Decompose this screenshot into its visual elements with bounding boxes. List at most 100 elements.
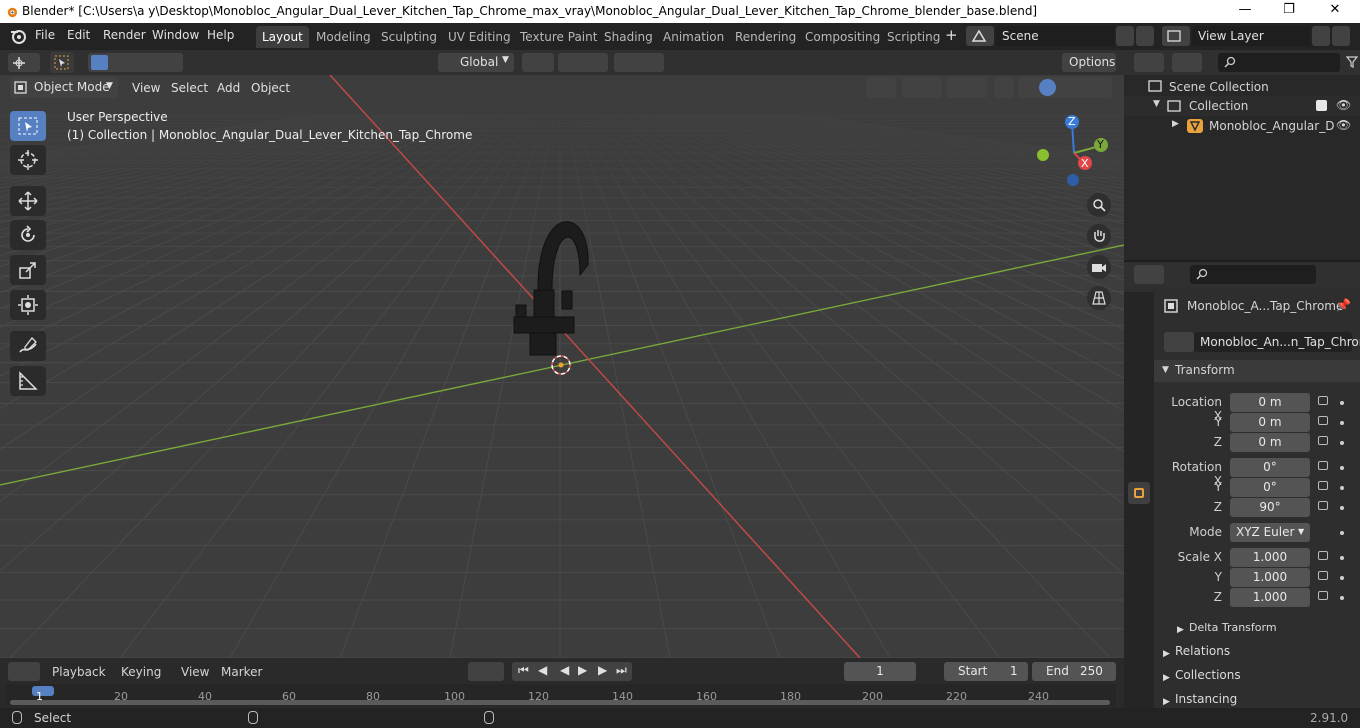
scene-name-field[interactable]: Scene (996, 26, 1114, 46)
jump-end-icon[interactable]: ⏭ (616, 663, 627, 678)
keyframe-dot-icon[interactable] (1340, 576, 1344, 580)
properties-search-input[interactable] (1190, 265, 1316, 284)
expand-object-icon[interactable]: ▶ (1172, 119, 1179, 129)
play-icon[interactable]: ▶ (578, 663, 587, 677)
rotation-y-field[interactable]: 0° (1230, 478, 1310, 497)
next-key-icon[interactable]: ▶ (598, 663, 607, 677)
mode-set-icon[interactable] (91, 55, 108, 70)
scene-selector-button[interactable] (966, 26, 994, 46)
end-frame-field[interactable]: End 250 (1032, 662, 1116, 681)
menu-render[interactable]: Render (103, 28, 146, 42)
tool-transform[interactable] (10, 290, 46, 320)
outliner-row-collection[interactable]: ▼ Collection 👁 (1124, 96, 1360, 116)
eye-icon[interactable]: 👁 (1336, 118, 1351, 132)
keyframe-dot-icon[interactable] (1340, 441, 1344, 445)
delta-transform-panel[interactable]: Delta Transform (1189, 621, 1277, 634)
location-y-field[interactable]: 0 m (1230, 413, 1310, 432)
transform-orientation-dropdown[interactable]: Global ▼ (438, 53, 514, 72)
relations-panel[interactable]: Relations (1175, 644, 1230, 658)
view-layer-selector-button[interactable] (1162, 26, 1190, 46)
lock-icon[interactable] (1318, 396, 1328, 405)
filter-icon[interactable] (1346, 56, 1358, 68)
view-layer-name-field[interactable]: View Layer (1192, 26, 1310, 46)
keyframe-dot-icon[interactable] (1340, 596, 1344, 600)
visibility-dropdown[interactable] (866, 77, 896, 98)
tab-uv-editing[interactable]: UV Editing (442, 26, 517, 48)
tool-move[interactable] (10, 186, 46, 216)
tool-annotate[interactable] (10, 331, 46, 361)
close-window-button[interactable]: ✕ (1312, 2, 1358, 20)
rotation-x-field[interactable]: 0° (1230, 458, 1310, 477)
data-tab-icon[interactable] (1128, 622, 1150, 644)
location-x-field[interactable]: 0 m (1230, 393, 1310, 412)
tool-measure[interactable] (10, 366, 46, 396)
playback-controls[interactable]: ⏮ ◀ ◀ ▶ ▶ ⏭ (512, 662, 632, 681)
vp-menu-object[interactable]: Object (251, 81, 290, 95)
constraints-tab-icon[interactable] (1128, 594, 1150, 616)
rotation-mode-dropdown[interactable]: XYZ Euler ▼ (1230, 523, 1310, 542)
lock-icon[interactable] (1318, 461, 1328, 470)
transform-panel-header[interactable]: ▼ Transform (1154, 360, 1360, 382)
tab-layout[interactable]: Layout (256, 26, 309, 48)
keyframe-dot-icon[interactable] (1340, 506, 1344, 510)
world-tab-icon[interactable] (1128, 446, 1150, 468)
keyframe-dot-icon[interactable] (1340, 556, 1344, 560)
timeline-scrollbar[interactable] (10, 700, 1110, 705)
3d-viewport[interactable]: Z Y X User Perspective (1) Collection | … (0, 75, 1124, 658)
tab-rendering[interactable]: Rendering (729, 26, 802, 48)
vp-menu-add[interactable]: Add (217, 81, 240, 95)
stopwatch-icon[interactable] (926, 662, 940, 681)
object-mode-dropdown[interactable]: Object Mode ▼ (10, 77, 118, 98)
tab-animation[interactable]: Animation (657, 26, 730, 48)
options-dropdown[interactable]: Options (1062, 53, 1116, 72)
tab-scripting[interactable]: Scripting (881, 26, 946, 48)
collections-panel[interactable]: Collections (1175, 668, 1241, 682)
blender-menu-icon[interactable] (9, 28, 27, 44)
lock-icon[interactable] (1318, 436, 1328, 445)
eye-icon[interactable]: 👁 (1336, 98, 1351, 112)
pivot-point-dropdown[interactable] (522, 53, 554, 72)
tab-compositing[interactable]: Compositing (799, 26, 886, 48)
instancing-panel[interactable]: Instancing (1175, 692, 1237, 706)
add-workspace-icon[interactable]: + (945, 26, 958, 44)
expand-delta-icon[interactable]: ▶ (1177, 625, 1184, 635)
output-tab-icon[interactable] (1128, 362, 1150, 384)
keyframe-dot-icon[interactable] (1340, 486, 1344, 490)
expand-instancing-icon[interactable]: ▶ (1163, 697, 1170, 707)
tab-shading[interactable]: Shading (598, 26, 659, 48)
lock-icon[interactable] (1318, 591, 1328, 600)
current-frame-field[interactable]: 1 (844, 662, 916, 681)
editor-type-button[interactable] (8, 53, 40, 72)
xray-toggle[interactable] (994, 77, 1014, 98)
scale-x-field[interactable]: 1.000 (1230, 548, 1310, 567)
pan-button[interactable] (1087, 224, 1111, 248)
object-datablock-dropdown[interactable] (1164, 332, 1194, 352)
new-view-layer-icon[interactable] (1312, 26, 1330, 46)
lock-icon[interactable] (1318, 551, 1328, 560)
timeline-editor-type[interactable] (8, 662, 40, 681)
delete-scene-icon[interactable] (1136, 26, 1154, 46)
outliner-row-object[interactable]: ▶ Monobloc_Angular_D 👁 (1124, 116, 1360, 136)
menu-edit[interactable]: Edit (67, 28, 90, 42)
rotation-z-field[interactable]: 90° (1230, 498, 1310, 517)
menu-help[interactable]: Help (207, 28, 234, 42)
outliner-search-input[interactable] (1218, 53, 1340, 72)
lock-icon[interactable] (1318, 416, 1328, 425)
outliner-editor-type[interactable] (1134, 53, 1164, 72)
start-frame-field[interactable]: Start 1 (944, 662, 1028, 681)
lock-icon[interactable] (1318, 481, 1328, 490)
expand-collection-icon[interactable]: ▼ (1153, 99, 1160, 109)
jump-start-icon[interactable]: ⏮ (518, 663, 529, 678)
maximize-button[interactable]: ❐ (1266, 2, 1312, 20)
physics-tab-icon[interactable] (1128, 566, 1150, 588)
lock-icon[interactable] (1318, 571, 1328, 580)
object-tab-icon[interactable] (1128, 482, 1150, 504)
vp-menu-select[interactable]: Select (171, 81, 208, 95)
tool-rotate[interactable] (10, 220, 46, 250)
tab-modeling[interactable]: Modeling (310, 26, 377, 48)
snap-toggle[interactable] (558, 53, 608, 72)
display-mode-dropdown[interactable] (1172, 53, 1202, 72)
timeline-menu-marker[interactable]: Marker (221, 665, 262, 679)
scene-tab-icon[interactable] (1128, 418, 1150, 440)
solid-shading-icon[interactable] (1039, 79, 1056, 96)
